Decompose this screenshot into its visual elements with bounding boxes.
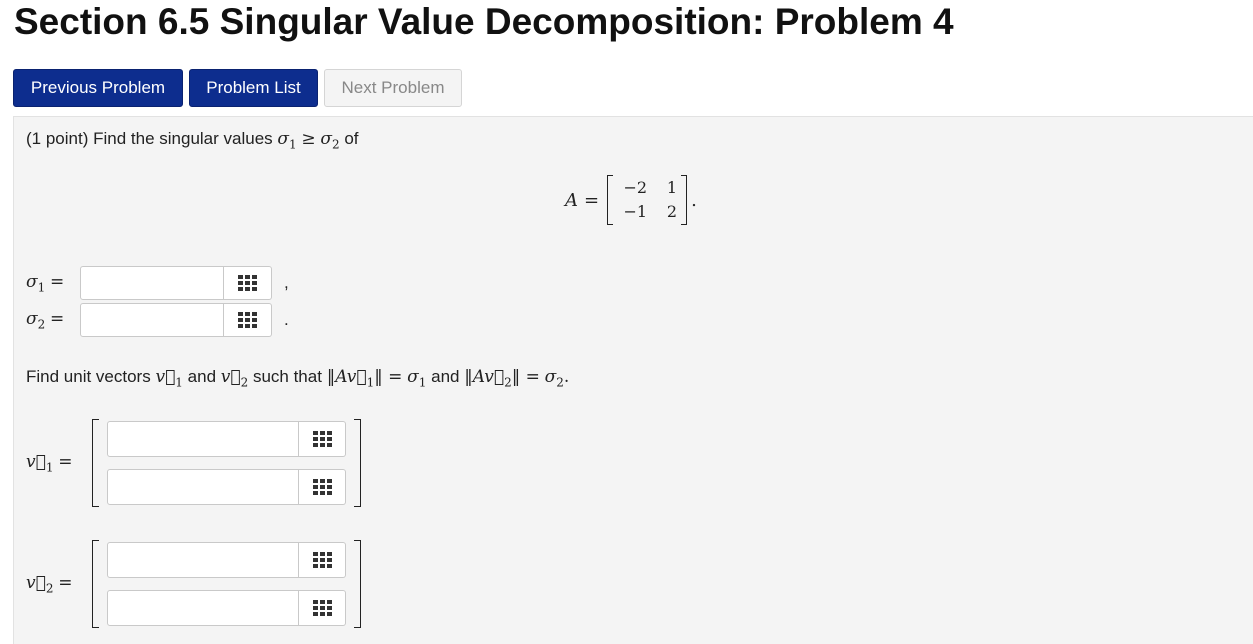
keypad-icon	[238, 312, 257, 328]
vector-instruction: Find unit vectors v⃗1 and v⃗2 such that …	[26, 367, 570, 390]
equation-editor-button[interactable]	[299, 542, 346, 578]
vector-bracket-left	[92, 540, 99, 628]
vector-bracket-left	[92, 419, 99, 507]
matrix-equation: A = −2 1 −1 2 .	[565, 175, 697, 225]
matrix-cell: 1	[666, 178, 678, 197]
sigma1-input[interactable]	[80, 266, 224, 300]
sigma2-answer-row: σ2 = .	[26, 303, 289, 337]
v1-component-1-input[interactable]	[107, 421, 299, 457]
vector-bracket-right	[354, 540, 361, 628]
equation-editor-button[interactable]	[299, 590, 346, 626]
matrix-label: A	[565, 189, 578, 211]
previous-problem-button[interactable]: Previous Problem	[13, 69, 183, 107]
sigma2-input[interactable]	[80, 303, 224, 337]
matrix-cell: −2	[623, 178, 648, 197]
v1-label: v⃗1 =	[26, 451, 73, 475]
keypad-icon	[312, 479, 332, 495]
problem-list-button[interactable]: Problem List	[189, 69, 318, 107]
equation-editor-button[interactable]	[299, 421, 346, 457]
problem-navigation: Previous Problem Problem List Next Probl…	[13, 69, 462, 107]
sigma2-label: σ2 =	[26, 308, 65, 332]
matrix-cell: −1	[623, 202, 648, 221]
v2-label: v⃗2 =	[26, 572, 73, 596]
equation-editor-button[interactable]	[299, 469, 346, 505]
sigma1-answer-row: σ1 = ,	[26, 266, 289, 300]
keypad-icon	[312, 431, 332, 447]
intro-text: Find the singular values	[93, 129, 273, 148]
problem-panel: (1 point) Find the singular values σ1 ≥ …	[13, 116, 1253, 644]
v2-vector-input: v⃗2 =	[26, 540, 361, 628]
keypad-icon	[312, 600, 332, 616]
equation-editor-button[interactable]	[224, 266, 272, 300]
v2-component-1-input[interactable]	[107, 542, 299, 578]
v1-component-2-input[interactable]	[107, 469, 299, 505]
problem-intro: (1 point) Find the singular values σ1 ≥ …	[26, 129, 359, 152]
keypad-icon	[312, 552, 332, 568]
matrix-entries: −2 1 −1 2	[613, 176, 681, 224]
matrix-bracket-right	[681, 175, 688, 225]
page-title: Section 6.5 Singular Value Decomposition…	[14, 1, 954, 42]
points-label: (1 point)	[26, 129, 89, 148]
matrix-cell: 2	[666, 202, 678, 221]
sigma1-label: σ1 =	[26, 271, 65, 295]
v1-vector-input: v⃗1 =	[26, 419, 361, 507]
keypad-icon	[238, 275, 257, 291]
vector-bracket-right	[354, 419, 361, 507]
next-problem-button: Next Problem	[324, 69, 462, 107]
equation-editor-button[interactable]	[224, 303, 272, 337]
v2-component-2-input[interactable]	[107, 590, 299, 626]
